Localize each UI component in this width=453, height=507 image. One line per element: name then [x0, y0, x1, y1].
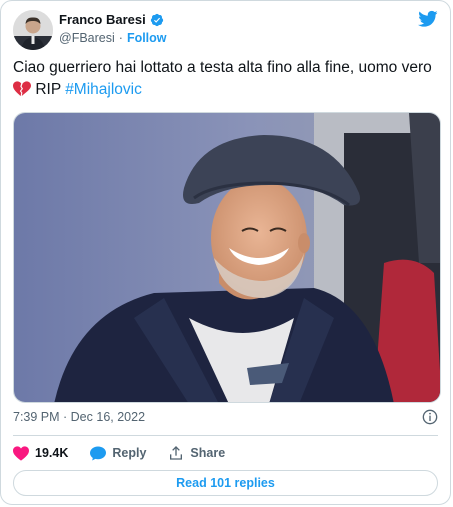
- photo-image: [14, 113, 440, 402]
- share-button[interactable]: Share: [168, 445, 225, 461]
- timestamp-row: 7:39 PM · Dec 16, 2022: [13, 409, 438, 428]
- share-label: Share: [190, 446, 226, 460]
- divider: [13, 435, 438, 436]
- reply-label: Reply: [112, 446, 147, 460]
- speech-bubble-icon: [90, 446, 107, 460]
- tweet-card: Franco Baresi @FBaresi · Follow Ciao gue…: [0, 0, 451, 505]
- separator-dot: ·: [118, 31, 123, 45]
- author-handle[interactable]: @FBaresi: [59, 31, 115, 45]
- reply-button[interactable]: Reply: [90, 446, 146, 461]
- tweet-photo[interactable]: [13, 112, 441, 403]
- author-name-row: Franco Baresi: [59, 12, 164, 27]
- info-icon[interactable]: [422, 409, 438, 425]
- follow-button[interactable]: Follow: [127, 31, 167, 45]
- hashtag-link[interactable]: #Mihajlovic: [65, 81, 142, 98]
- read-replies-button[interactable]: Read 101 replies: [13, 470, 438, 496]
- tweet-text: Ciao guerriero hai lottato a testa alta …: [13, 57, 433, 101]
- verified-badge-icon: [150, 13, 163, 26]
- author-name[interactable]: Franco Baresi: [59, 12, 146, 27]
- tweet-timestamp[interactable]: 7:39 PM · Dec 16, 2022: [13, 410, 145, 424]
- tweet-text-main: Ciao guerriero hai lottato a testa alta …: [13, 59, 432, 76]
- heart-icon: [13, 445, 29, 461]
- like-count: 19.4K: [35, 446, 69, 460]
- author-avatar[interactable]: [13, 10, 53, 50]
- share-arrow-icon: [170, 446, 183, 460]
- twitter-bird-icon[interactable]: [418, 10, 438, 28]
- like-button[interactable]: 19.4K: [13, 445, 69, 461]
- broken-heart-emoji: [13, 81, 31, 97]
- author-handle-row: @FBaresi · Follow: [59, 31, 167, 45]
- tweet-text-rip: RIP: [35, 81, 61, 98]
- tweet-actions: 19.4K Reply Share: [13, 444, 247, 462]
- tweet-header: Franco Baresi @FBaresi · Follow: [13, 10, 438, 50]
